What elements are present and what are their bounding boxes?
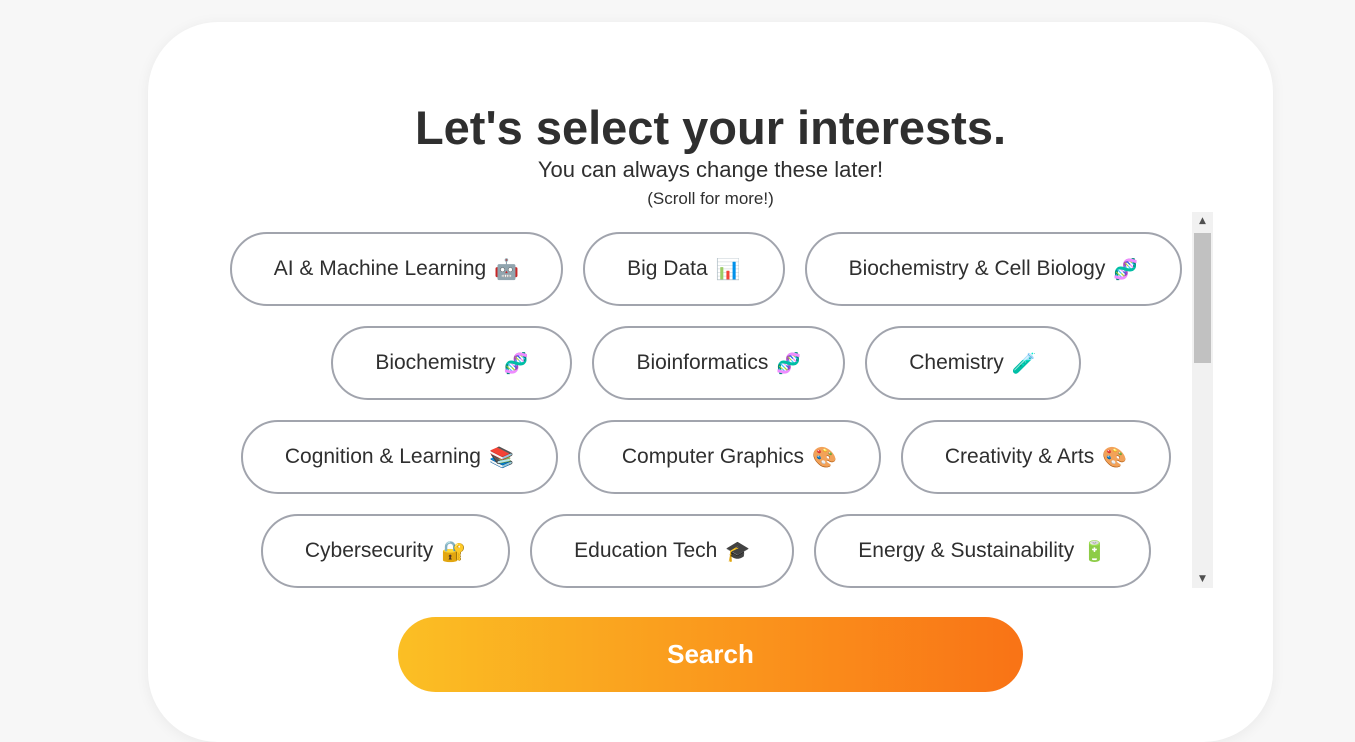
interest-chip-creativity-arts[interactable]: Creativity & Arts 🎨 [900,420,1172,494]
chip-label: Computer Graphics [621,445,804,468]
interest-chip-computer-graphics[interactable]: Computer Graphics 🎨 [577,420,881,494]
palette-icon: 🎨 [1102,445,1128,469]
battery-icon: 🔋 [1082,539,1108,563]
interest-chip-big-data[interactable]: Big Data 📊 [583,232,785,306]
chip-label: AI & Machine Learning [273,257,487,280]
interest-chip-energy-sustainability[interactable]: Energy & Sustainability 🔋 [814,514,1152,588]
interest-chip-cognition-learning[interactable]: Cognition & Learning 📚 [240,420,558,494]
scrollbar-thumb[interactable] [1194,233,1211,363]
interest-chip-education-tech[interactable]: Education Tech 🎓 [530,514,795,588]
chip-label: Biochemistry [375,351,496,374]
chip-label: Bioinformatics [636,351,769,374]
chip-row: Biochemistry 🧬 Bioinformatics 🧬 Chemistr… [220,326,1192,400]
scroll-up-arrow-icon[interactable]: ▲ [1192,212,1213,230]
page-title: Let's select your interests. [414,101,1007,154]
interest-chip-chemistry[interactable]: Chemistry 🧪 [865,326,1081,400]
chip-row: Cognition & Learning 📚 Computer Graphics… [220,420,1192,494]
page-subtitle: You can always change these later! [537,157,884,182]
chip-label: Cybersecurity [304,539,434,562]
interest-chip-bioinformatics[interactable]: Bioinformatics 🧬 [592,326,846,400]
chip-label: Chemistry [909,351,1004,374]
scroll-hint: (Scroll for more!) [647,189,774,208]
lock-icon: 🔐 [441,539,467,563]
chip-label: Big Data [627,257,708,280]
interests-card: Let's select your interests. You can alw… [148,22,1273,742]
graduation-cap-icon: 🎓 [725,539,751,563]
chip-row: AI & Machine Learning 🤖 Big Data 📊 Bioch… [220,232,1192,306]
chip-label: Cognition & Learning [284,445,481,468]
palette-icon: 🎨 [811,445,837,469]
books-icon: 📚 [488,445,514,469]
interests-scrollbar[interactable]: ▲ ▼ [1192,212,1213,588]
interest-chip-biochemistry[interactable]: Biochemistry 🧬 [331,326,573,400]
dna-icon: 🧬 [503,351,529,375]
chip-row: Cybersecurity 🔐 Education Tech 🎓 Energy … [220,514,1192,588]
interests-list[interactable]: AI & Machine Learning 🤖 Big Data 📊 Bioch… [220,212,1192,588]
chip-label: Creativity & Arts [944,445,1095,468]
bar-chart-icon: 📊 [715,257,741,281]
chip-label: Education Tech [574,539,718,562]
scroll-down-arrow-icon[interactable]: ▼ [1192,570,1213,588]
chip-label: Energy & Sustainability [858,539,1075,562]
robot-icon: 🤖 [494,257,520,281]
interest-chip-cybersecurity[interactable]: Cybersecurity 🔐 [260,514,511,588]
search-button[interactable]: Search [398,617,1023,692]
dna-icon: 🧬 [776,351,802,375]
interest-chip-biochemistry-cell-biology[interactable]: Biochemistry & Cell Biology 🧬 [804,232,1183,306]
chip-label: Biochemistry & Cell Biology [848,257,1106,280]
test-tube-icon: 🧪 [1011,351,1037,375]
interest-chip-ai-machine-learning[interactable]: AI & Machine Learning 🤖 [229,232,564,306]
dna-icon: 🧬 [1113,257,1139,281]
